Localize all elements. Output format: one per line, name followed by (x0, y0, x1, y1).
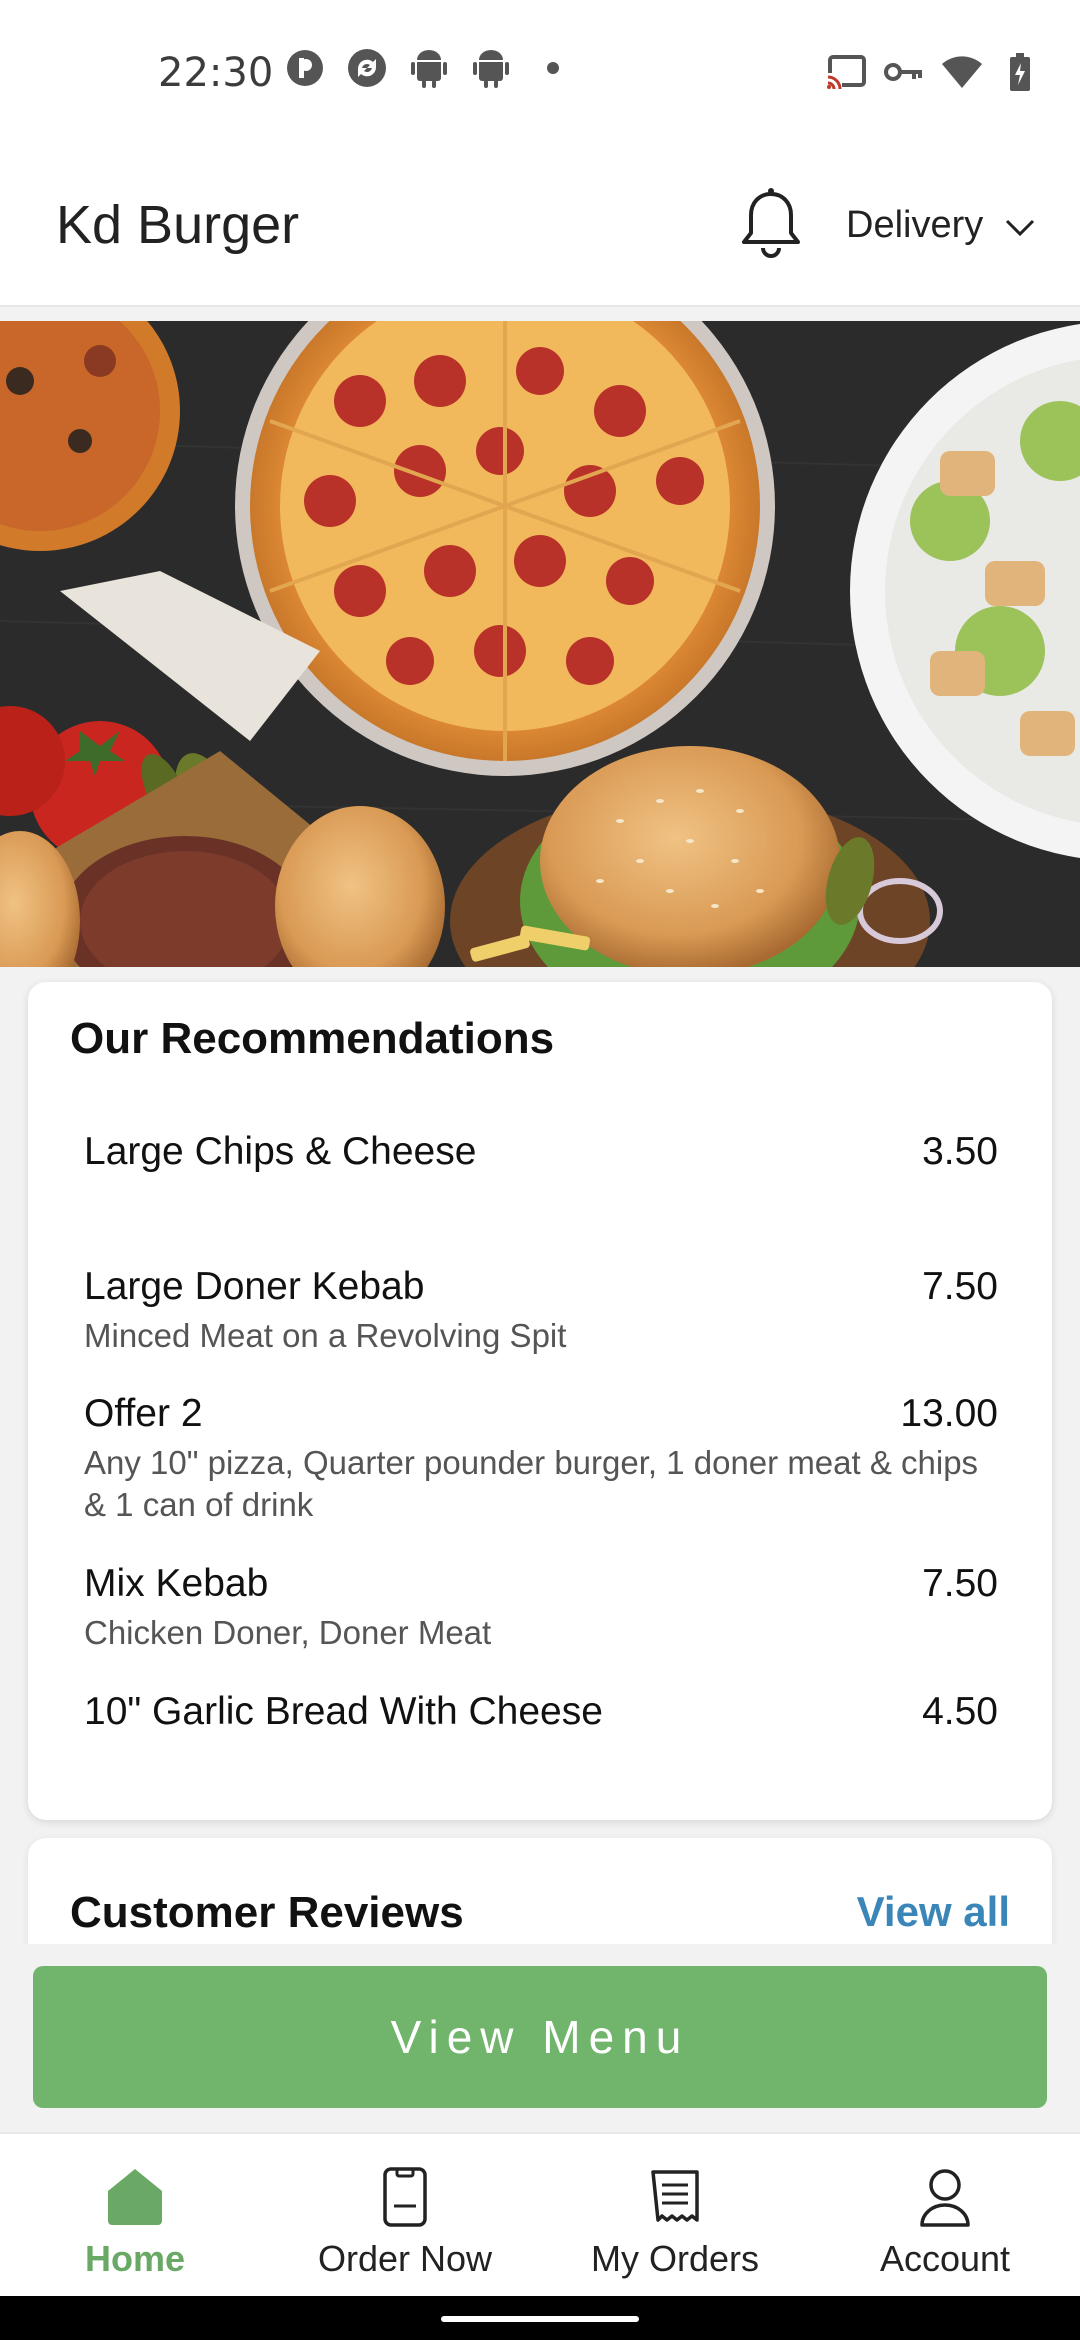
app-bar: Kd Burger Delivery (0, 150, 1080, 307)
nav-order-now-label: Order Now (317, 2238, 493, 2279)
battery-charging-icon (1000, 52, 1040, 92)
delivery-mode-label: Delivery (846, 204, 984, 246)
recommendations-card: Our Recommendations Large Chips & Cheese… (28, 982, 1052, 1820)
nav-home[interactable]: Home (0, 2134, 270, 2298)
item-name: Large Chips & Cheese (84, 1130, 477, 1173)
nav-account[interactable]: Account (810, 2134, 1080, 2298)
item-name: 10" Garlic Bread With Cheese (84, 1690, 603, 1733)
dot-icon (533, 48, 573, 88)
item-description: Minced Meat on a Revolving Spit (84, 1317, 567, 1354)
nav-order-now[interactable]: Order Now (270, 2134, 540, 2298)
recommendation-item[interactable]: Mix Kebab 7.50 Chicken Doner, Doner Meat (84, 1562, 998, 1654)
recommendation-item[interactable]: 10" Garlic Bread With Cheese 4.50 (84, 1690, 998, 1734)
item-price: 3.50 (922, 1130, 998, 1173)
customer-reviews-card: Customer Reviews View all (28, 1838, 1052, 1958)
chevron-down-icon (1005, 204, 1035, 247)
status-system-icons (826, 52, 1040, 92)
nav-home-label: Home (84, 2238, 186, 2279)
nav-account-label: Account (879, 2238, 1011, 2279)
home-icon (105, 2166, 165, 2228)
nav-my-orders-label: My Orders (590, 2238, 759, 2279)
restaurant-title: Kd Burger (56, 195, 300, 255)
status-time: 22:30 (158, 50, 274, 96)
item-name: Large Doner Kebab (84, 1265, 425, 1308)
gesture-handle[interactable] (441, 2316, 639, 2322)
sync-icon (347, 48, 387, 88)
system-gesture-area (0, 2296, 1080, 2340)
nav-my-orders[interactable]: My Orders (540, 2134, 810, 2298)
receipt-icon (645, 2166, 705, 2228)
view-menu-button[interactable]: View Menu (33, 1966, 1047, 2108)
item-description: Chicken Doner, Doner Meat (84, 1614, 492, 1651)
item-name: Offer 2 (84, 1392, 203, 1435)
key-icon (884, 52, 924, 92)
item-price: 7.50 (922, 1562, 998, 1605)
item-price: 7.50 (922, 1265, 998, 1308)
hero-banner-image (0, 321, 1080, 967)
recommendation-item[interactable]: Offer 2 13.00 Any 10" pizza, Quarter pou… (84, 1392, 998, 1526)
android-icon (409, 48, 449, 88)
wifi-icon (942, 52, 982, 92)
recommendations-title: Our Recommendations (70, 1014, 555, 1063)
view-menu-bar: View Menu (0, 1944, 1080, 2132)
cast-icon (826, 52, 866, 92)
p-icon (285, 48, 325, 88)
item-price: 13.00 (900, 1392, 998, 1435)
order-icon (375, 2166, 435, 2228)
status-bar: 22:30 (0, 0, 1080, 150)
bell-icon[interactable] (738, 186, 804, 262)
reviews-title: Customer Reviews (70, 1888, 464, 1937)
delivery-mode-selector[interactable]: Delivery (846, 204, 1035, 247)
item-price: 4.50 (922, 1690, 998, 1733)
bottom-navigation: Home Order Now My Orders Account (0, 2132, 1080, 2298)
item-name: Mix Kebab (84, 1562, 269, 1605)
view-all-link[interactable]: View all (857, 1888, 1010, 1936)
recommendation-item[interactable]: Large Chips & Cheese 3.50 (84, 1130, 998, 1174)
status-notification-icons (285, 48, 573, 88)
recommendation-item[interactable]: Large Doner Kebab 7.50 Minced Meat on a … (84, 1265, 998, 1357)
android-icon (471, 48, 511, 88)
user-icon (915, 2166, 975, 2228)
item-description: Any 10" pizza, Quarter pounder burger, 1… (84, 1444, 979, 1523)
